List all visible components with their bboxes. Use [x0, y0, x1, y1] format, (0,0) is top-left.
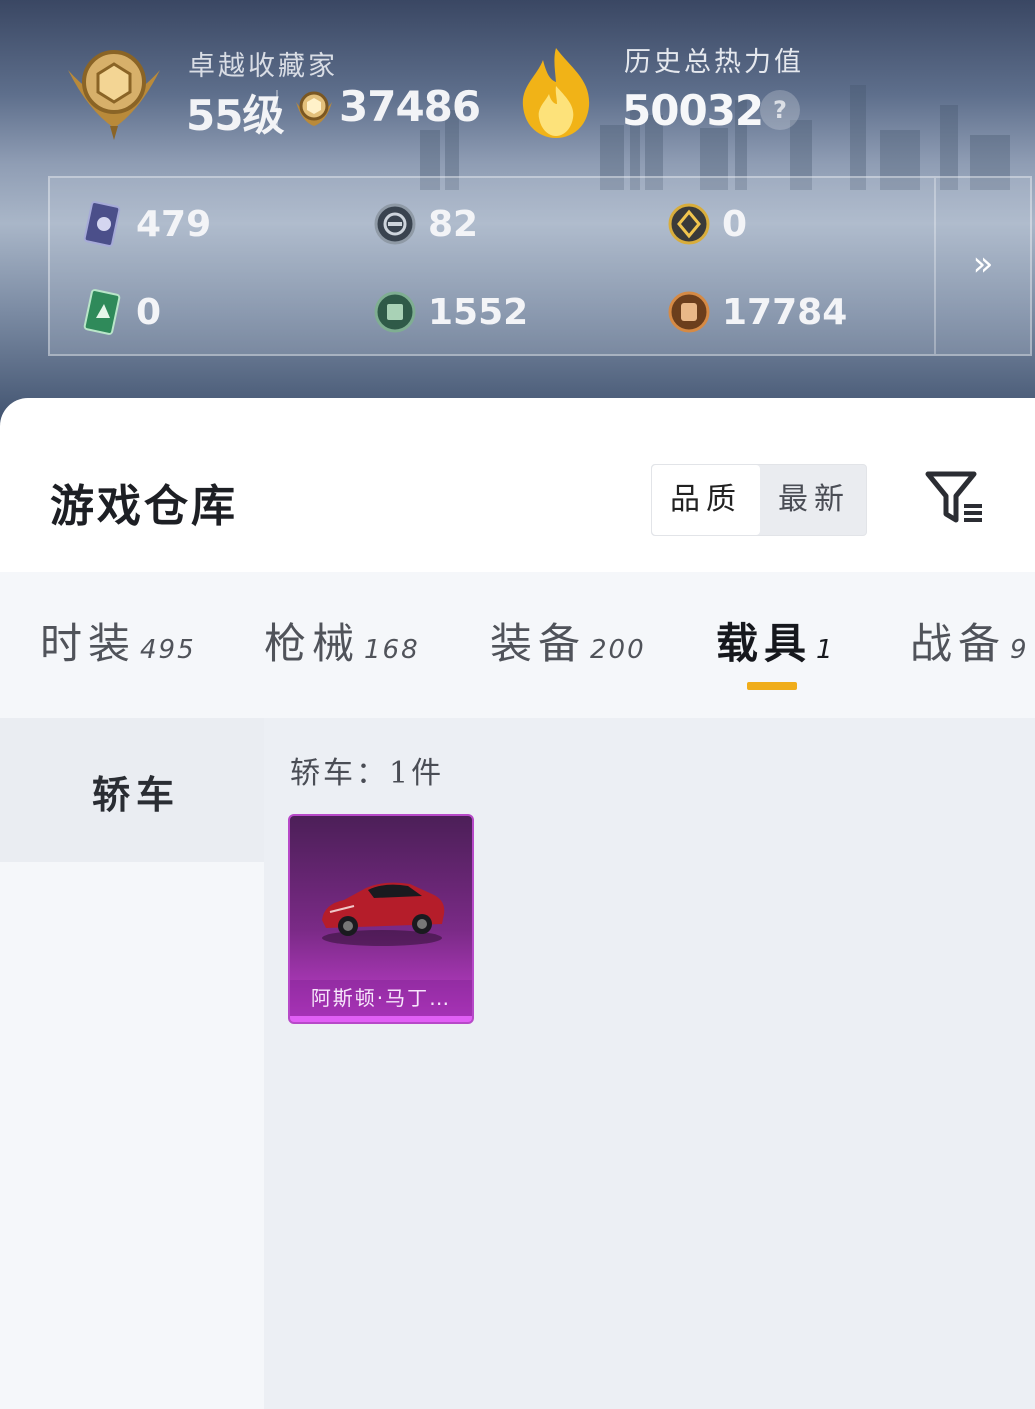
active-tab-indicator [747, 682, 797, 690]
sort-newest-option[interactable]: 最新 [760, 465, 868, 535]
tab-count: 495 [140, 635, 196, 665]
gold-badge-icon [668, 203, 710, 245]
subcategory-sidebar: 轿车 [0, 718, 264, 1409]
collection-points: 37486 [339, 82, 481, 131]
currency-value: 0 [136, 292, 162, 333]
tab-supplies[interactable]: 战备 9 [910, 610, 1029, 671]
sidebar-item-label: 轿车 [92, 772, 181, 817]
tab-label: 载具 [716, 619, 813, 668]
sort-toggle: 品质 最新 [651, 464, 867, 536]
collection-points-icon [296, 91, 332, 126]
green-card-icon [83, 289, 121, 335]
collector-medal-icon [68, 50, 160, 140]
tab-vehicles[interactable]: 载具 1 [716, 610, 835, 671]
silver-coin-icon [374, 203, 416, 245]
currency-value: 479 [136, 204, 212, 245]
divider [276, 90, 278, 128]
item-grid-area: 轿车：1件 阿斯顿·马丁… [264, 718, 1035, 1409]
currency-value: 1552 [428, 292, 529, 333]
tab-count: 9 [1010, 635, 1029, 665]
sports-car-image [322, 882, 445, 946]
tab-fashion[interactable]: 时装 495 [40, 610, 196, 671]
currency-value: 82 [428, 204, 479, 245]
currency-value: 0 [722, 204, 748, 245]
heat-value: 50032 [622, 86, 764, 135]
tab-count: 200 [590, 635, 646, 665]
tab-label: 枪械 [264, 619, 361, 668]
player-summary: 卓越收藏家 55级 37486 历史总热力值 50032 ? [58, 40, 1008, 150]
bronze-coin-icon [668, 291, 710, 333]
vehicle-item-card[interactable]: 阿斯顿·马丁… [288, 814, 474, 1024]
tab-count: 168 [364, 635, 420, 665]
tab-label: 时装 [40, 619, 137, 668]
warehouse-card: 游戏仓库 品质 最新 时装 495 枪械 168 装备 200 载具 1 战备 9 轿车 [0, 398, 1035, 1409]
sort-quality-option[interactable]: 品质 [652, 465, 760, 535]
section-count-label: 轿车：1件 [290, 756, 445, 791]
profile-header: 卓越收藏家 55级 37486 历史总热力值 50032 ? 479 82 0 … [0, 0, 1035, 430]
tab-label: 装备 [490, 619, 587, 668]
heat-title: 历史总热力值 [624, 47, 804, 78]
filter-icon[interactable] [924, 470, 984, 526]
currency-panel: 479 82 0 0 1552 17784 » [48, 176, 1032, 356]
player-level: 55级 [186, 91, 284, 140]
rarity-bar [290, 1016, 472, 1022]
expand-currencies-button[interactable]: » [934, 178, 1030, 354]
category-tabs: 时装 495 枪械 168 装备 200 载具 1 战备 9 [0, 572, 1035, 718]
tab-equipment[interactable]: 装备 200 [490, 610, 646, 671]
item-name: 阿斯顿·马丁… [290, 980, 472, 1016]
tab-label: 战备 [910, 619, 1007, 668]
tab-weapons[interactable]: 枪械 168 [264, 610, 420, 671]
green-coin-icon [374, 291, 416, 333]
warehouse-title: 游戏仓库 [50, 481, 238, 532]
rank-title: 卓越收藏家 [188, 51, 338, 82]
tab-count: 1 [816, 635, 835, 665]
sidebar-item-sedan[interactable]: 轿车 [0, 718, 264, 862]
card-icon [83, 201, 121, 247]
currency-value: 17784 [722, 292, 848, 333]
flame-icon [522, 48, 590, 138]
heat-help-button[interactable]: ? [760, 90, 800, 130]
